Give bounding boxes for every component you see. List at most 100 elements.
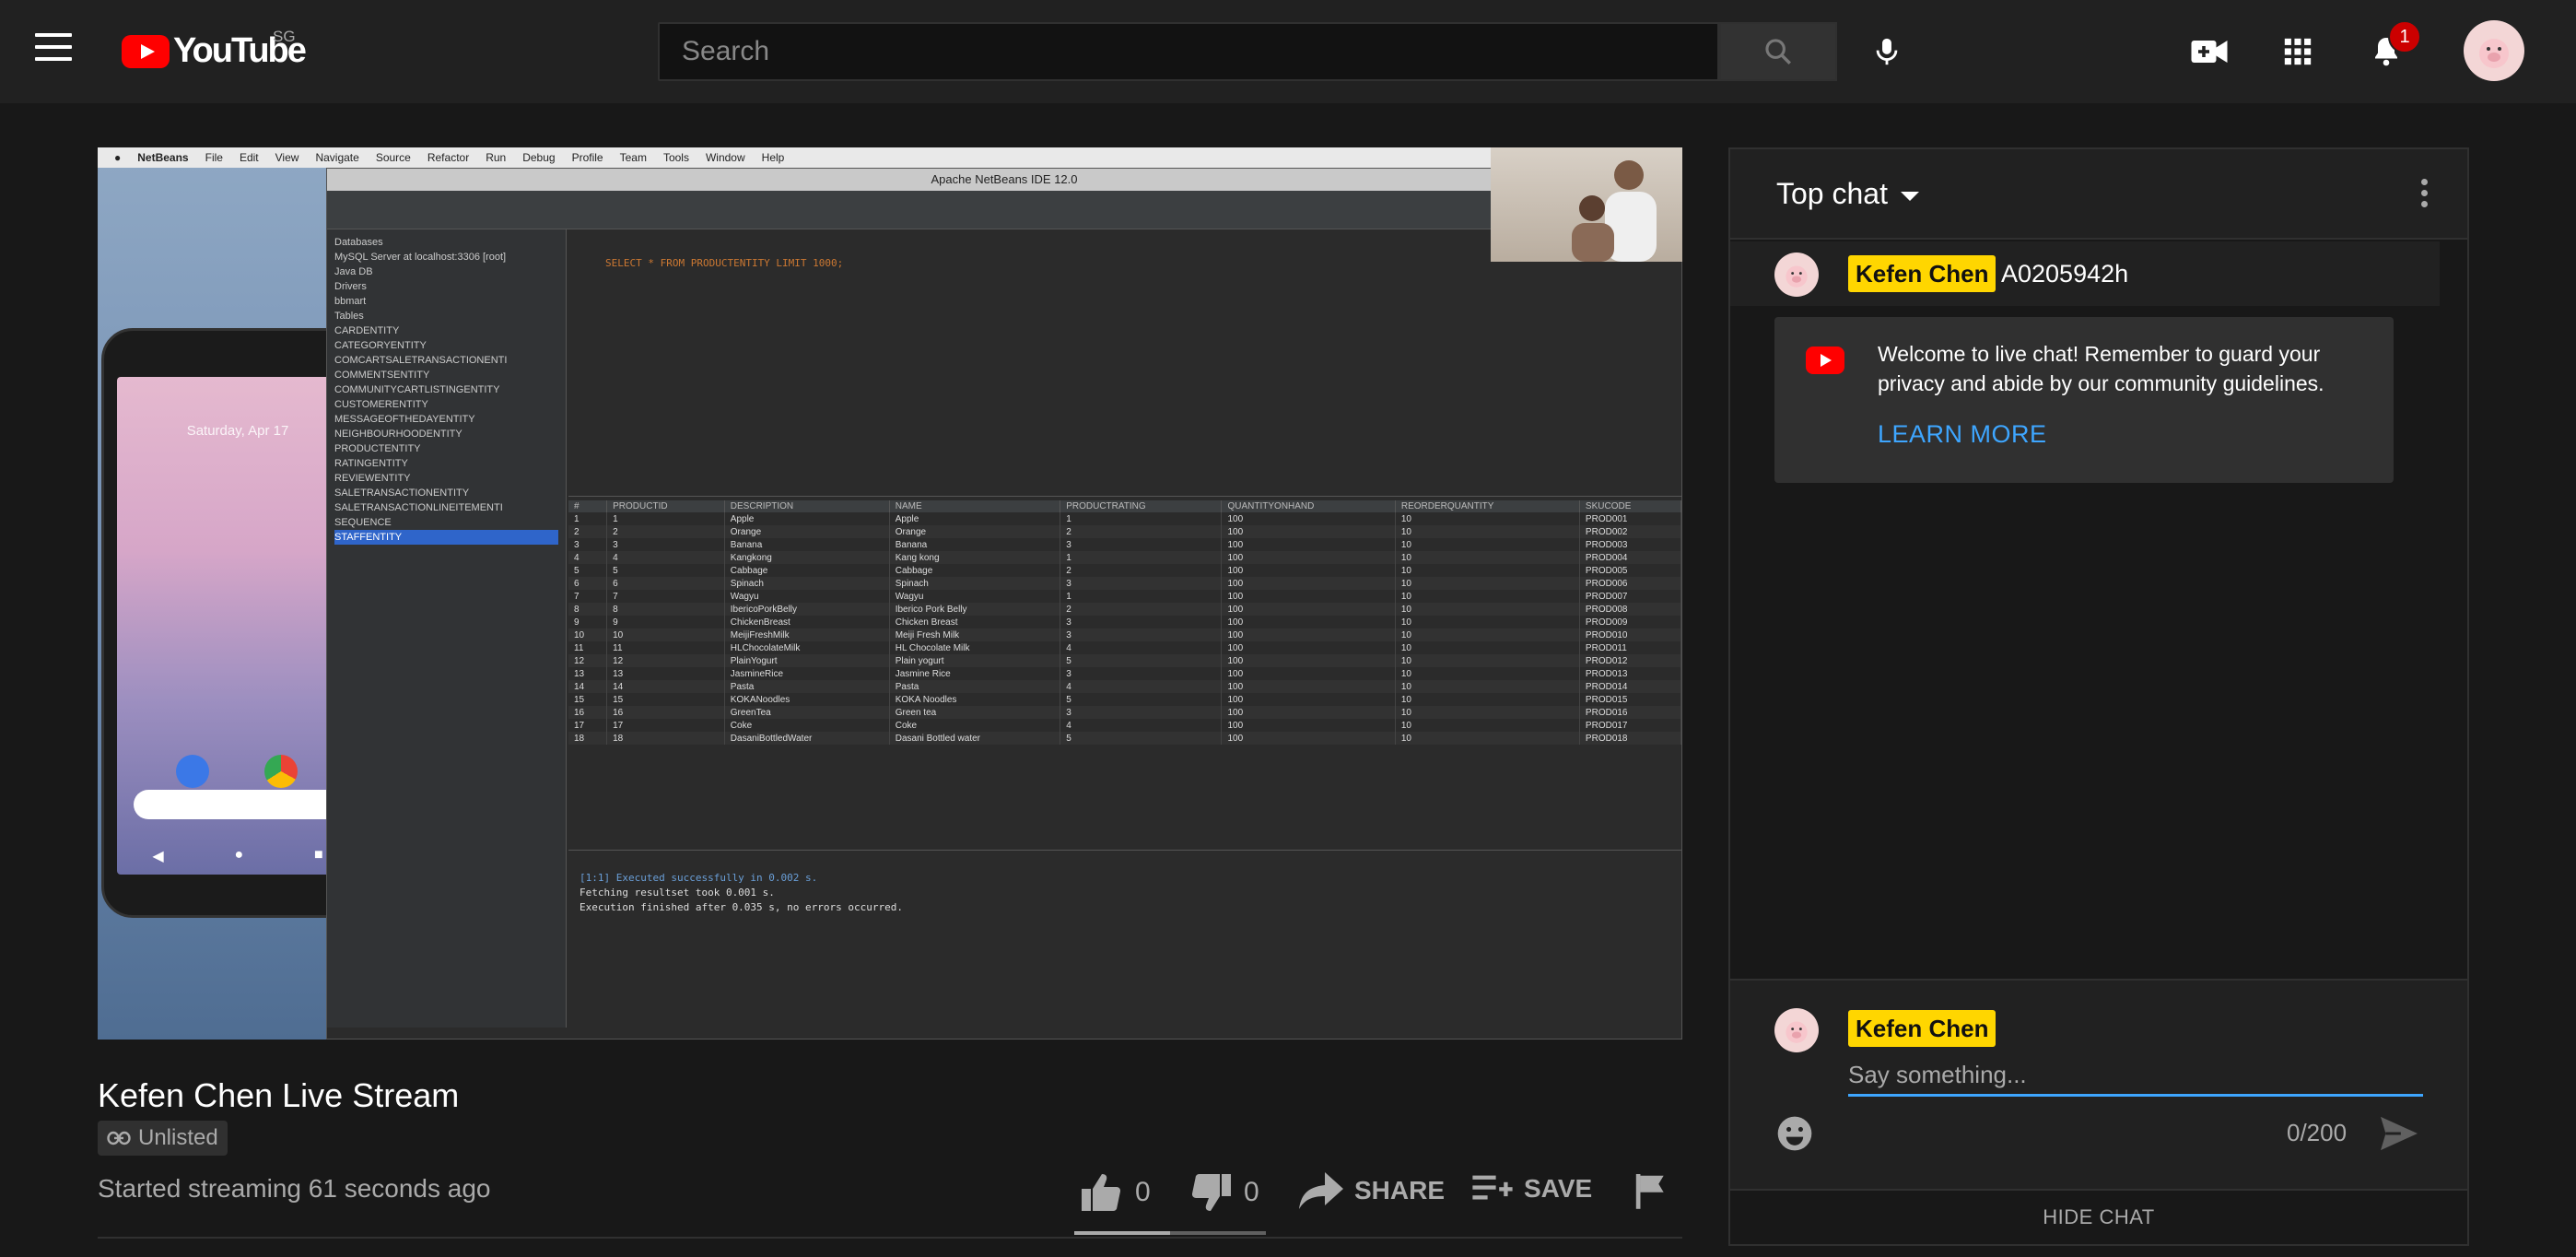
tree-item: MESSAGEOFTHEDAYENTITY [334,414,475,425]
table-cell: Kang kong [889,551,1061,564]
table-cell: 10 [1395,628,1580,641]
table-cell: IbericoPorkBelly [724,603,890,616]
table-cell: 5 [1060,654,1223,667]
messages-app-icon [176,755,209,788]
chat-message: Kefen Chen A0205942h [1730,241,2440,306]
table-cell: 4 [568,551,608,564]
user-avatar [1774,1008,1819,1052]
table-cell: 15 [568,693,608,706]
table-header-cell[interactable]: PRODUCTID [606,500,725,512]
pig-avatar-icon [1786,1021,1808,1043]
visibility-badge: Unlisted [98,1121,228,1156]
table-row[interactable]: 2 2 Orange Orange 2 100 10 PROD002 [568,525,1681,538]
table-cell: Orange [889,525,1061,538]
message-author[interactable]: Kefen Chen [1848,255,1996,292]
table-header-cell[interactable]: DESCRIPTION [724,500,890,512]
chat-input[interactable] [1848,1056,2423,1097]
table-cell: 17 [568,719,608,732]
table-cell: 10 [1395,654,1580,667]
account-avatar[interactable] [2464,20,2524,81]
table-cell: 4 [1060,641,1223,654]
table-cell: PROD017 [1579,719,1681,732]
share-button[interactable]: SHARE [1299,1172,1445,1209]
tree-item: CARDENTITY [334,325,400,336]
stream-status: Started streaming 61 seconds ago [98,1174,491,1203]
save-button[interactable]: SAVE [1472,1172,1592,1205]
chat-mode-dropdown[interactable]: Top chat [1776,177,1919,211]
table-row[interactable]: 5 5 Cabbage Cabbage 2 100 10 PROD005 [568,564,1681,577]
table-cell: 100 [1221,538,1396,551]
create-video-button[interactable] [2182,24,2237,79]
output-line: Execution finished after 0.035 s, no err… [580,901,903,913]
table-cell: 16 [568,706,608,719]
report-button[interactable] [1634,1172,1668,1209]
table-cell: 2 [1060,564,1223,577]
table-cell: Plain yogurt [889,654,1061,667]
table-cell: 12 [606,654,725,667]
table-cell: 12 [568,654,608,667]
table-header-cell[interactable]: PRODUCTRATING [1060,500,1223,512]
table-row[interactable]: 18 18 DasaniBottledWater Dasani Bottled wat… [568,732,1681,745]
table-header-cell[interactable]: REORDERQUANTITY [1395,500,1580,512]
table-cell: 10 [1395,641,1580,654]
learn-more-link[interactable]: LEARN MORE [1878,420,2047,449]
table-row[interactable]: 16 16 GreenTea Green tea 3 100 10 PROD016 [568,706,1681,719]
live-chat-panel: Top chat Kefen Chen A0205942h Welcome to… [1728,147,2469,1246]
voice-search-button[interactable] [1857,22,1916,81]
table-cell: 100 [1221,732,1396,745]
tree-item: Tables [334,311,364,322]
send-button[interactable] [2379,1115,2419,1152]
table-row[interactable]: 11 11 HLChocolateMilk HL Chocolate Milk 4 100… [568,641,1681,654]
table-row[interactable]: 14 14 Pasta Pasta 4 100 10 PROD014 [568,680,1681,693]
thumbs-up-icon [1082,1174,1121,1211]
phone-screen: Saturday, Apr 17 ◀ ● ■ [117,377,358,875]
video-player[interactable]: ● NetBeans File Edit View Navigate Sourc… [98,147,1682,1040]
menu-icon[interactable] [35,33,76,66]
table-row[interactable]: 4 4 Kangkong Kang kong 1 100 10 PROD004 [568,551,1681,564]
table-cell: Cabbage [724,564,890,577]
table-row[interactable]: 17 17 Coke Coke 4 100 10 PROD017 [568,719,1681,732]
table-row[interactable]: 6 6 Spinach Spinach 3 100 10 PROD006 [568,577,1681,590]
flag-icon [1635,1174,1664,1209]
table-row[interactable]: 7 7 Wagyu Wagyu 1 100 10 PROD007 [568,590,1681,603]
table-row[interactable]: 15 15 KOKANoodles KOKA Noodles 5 100 10 PROD015 [568,693,1681,706]
table-cell: PROD014 [1579,680,1681,693]
table-cell: ChickenBreast [724,616,890,628]
more-options-icon[interactable] [2421,179,2430,212]
table-row[interactable]: 12 12 PlainYogurt Plain yogurt 5 100 10 PROD012 [568,654,1681,667]
emoji-button[interactable] [1774,1113,1815,1154]
table-header-cell[interactable]: QUANTITYONHAND [1221,500,1396,512]
table-cell: 100 [1221,577,1396,590]
share-label: SHARE [1354,1176,1446,1204]
dislike-button[interactable]: 0 [1188,1172,1259,1213]
table-row[interactable]: 13 13 JasmineRice Jasmine Rice 3 100 10 PROD013 [568,667,1681,680]
author-avatar[interactable] [1774,253,1819,297]
like-button[interactable]: 0 [1080,1172,1151,1213]
table-cell: GreenTea [724,706,890,719]
hide-chat-button[interactable]: HIDE CHAT [1730,1189,2467,1244]
table-row[interactable]: 8 8 IbericoPorkBelly Iberico Pork Belly 2 100… [568,603,1681,616]
table-cell: 8 [606,603,725,616]
table-row[interactable]: 1 1 Apple Apple 1 100 10 PROD001 [568,512,1681,525]
table-cell: Banana [889,538,1061,551]
search-button[interactable] [1719,22,1837,81]
table-cell: 7 [568,590,608,603]
table-cell: 6 [606,577,725,590]
table-header-cell[interactable]: # [568,500,608,512]
table-header-cell[interactable]: SKUCODE [1579,500,1681,512]
table-cell: 3 [1060,628,1223,641]
search-input[interactable] [660,24,1717,79]
table-cell: 100 [1221,693,1396,706]
table-row[interactable]: 3 3 Banana Banana 3 100 10 PROD003 [568,538,1681,551]
tree-item: SEQUENCE [334,517,392,528]
table-row[interactable]: 9 9 ChickenBreast Chicken Breast 3 100 10 PROD0… [568,616,1681,628]
people-silhouette-icon [1572,160,1657,262]
apps-button[interactable] [2270,24,2325,79]
table-header-cell[interactable]: NAME [889,500,1061,512]
table-cell: 3 [1060,616,1223,628]
table-cell: DasaniBottledWater [724,732,890,745]
message-text: A0205942h [2001,260,2129,288]
table-row[interactable]: 10 10 MeijiFreshMilk Meiji Fresh Milk 3 100 10… [568,628,1681,641]
table-cell: 11 [568,641,608,654]
tree-item: STAFFENTITY [334,530,558,545]
